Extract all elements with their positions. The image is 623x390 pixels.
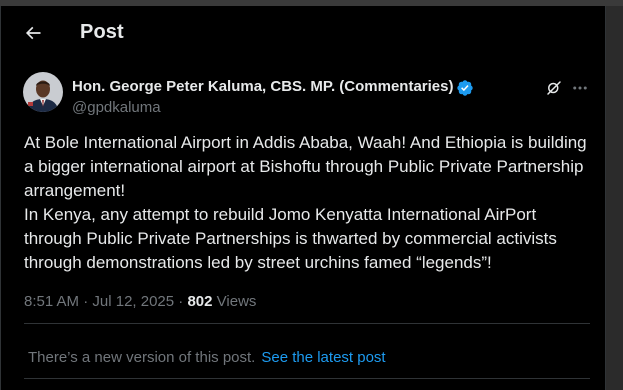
see-latest-post-link[interactable]: See the latest post: [261, 349, 385, 366]
post-date[interactable]: Jul 12, 2025: [92, 293, 174, 310]
views-count: 802: [187, 293, 213, 310]
back-button[interactable]: [15, 15, 51, 51]
post-text: At Bole International Airport in Addis A…: [24, 133, 587, 272]
page-title: Post: [80, 21, 124, 43]
header-bar: Post: [1, 6, 605, 58]
meta-separator: ·: [178, 293, 184, 310]
more-options-icon[interactable]: [568, 77, 592, 99]
meta-separator: ·: [83, 293, 89, 310]
author-handle[interactable]: @gpdkaluma: [72, 99, 161, 116]
grok-icon[interactable]: [543, 77, 565, 99]
post-meta: 8:51 AM · Jul 12, 2025 · 802 Views: [24, 293, 256, 310]
divider: [24, 323, 590, 324]
arrow-left-icon: [25, 26, 41, 40]
new-version-notice: There’s a new version of this post. See t…: [28, 349, 386, 366]
views-label: Views: [216, 293, 257, 310]
avatar[interactable]: [23, 72, 63, 112]
divider: [24, 378, 590, 379]
post-detail-panel: Post Hon. George Peter Kaluma, CBS. MP. …: [0, 6, 606, 390]
post-time[interactable]: 8:51 AM: [24, 293, 79, 310]
scrollbar[interactable]: [606, 6, 623, 390]
notice-text: There’s a new version of this post.: [28, 349, 256, 366]
author-name[interactable]: Hon. George Peter Kaluma, CBS. MP. (Comm…: [72, 78, 453, 95]
verified-badge-icon: [456, 79, 474, 97]
